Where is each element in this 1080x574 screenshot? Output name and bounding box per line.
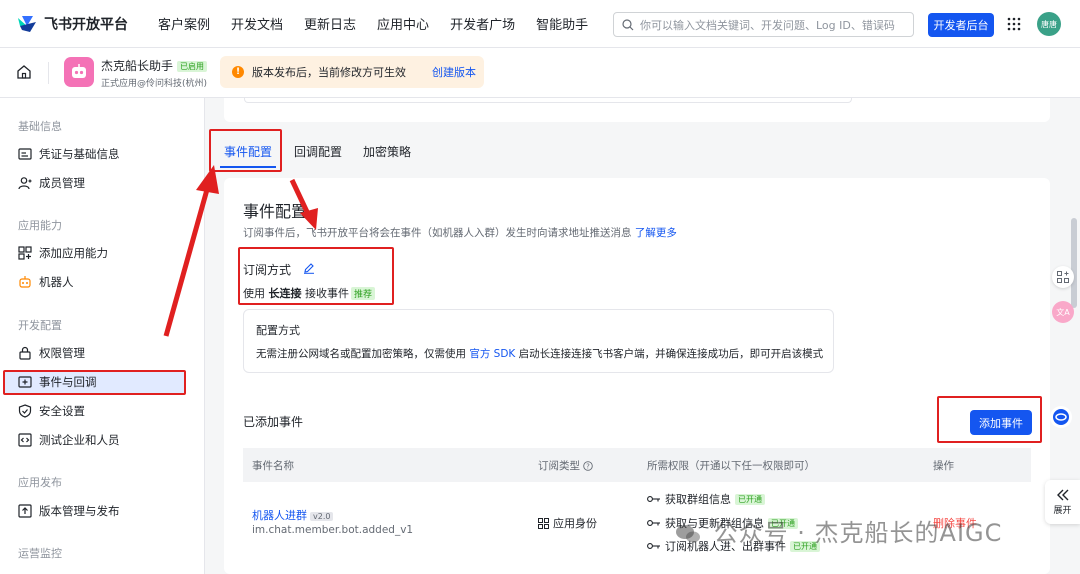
- annotation-arrows: [163, 165, 318, 337]
- watermark: 公众号 · 杰克船长的AIGC: [675, 513, 1002, 548]
- wechat-icon: [676, 525, 700, 543]
- annotation-arrowhead-down: [300, 208, 318, 230]
- annotation-arrow-down: [289, 178, 311, 216]
- annotation-arrow-up: [163, 185, 211, 337]
- annotation-arrowhead-up: [196, 165, 219, 194]
